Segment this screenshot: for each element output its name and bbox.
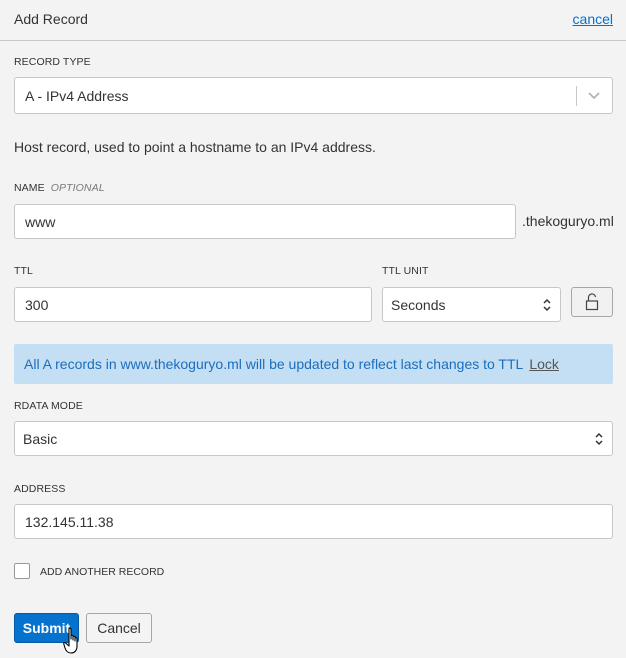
record-type-value: A - IPv4 Address <box>25 87 129 104</box>
name-input-value: www <box>25 213 56 230</box>
unlock-icon <box>585 293 599 311</box>
address-label: ADDRESS <box>14 483 66 495</box>
record-type-description: Host record, used to point a hostname to… <box>14 139 376 155</box>
rdata-mode-value: Basic <box>23 430 58 447</box>
ttl-unit-label: TTL UNIT <box>382 265 429 277</box>
name-label: NAME OPTIONAL <box>14 182 105 194</box>
address-input-value: 132.145.11.38 <box>25 513 114 530</box>
ttl-lock-button[interactable] <box>571 287 613 317</box>
ttl-input-value: 300 <box>25 296 49 313</box>
header-cancel-link[interactable]: cancel <box>573 11 613 27</box>
up-down-arrows-icon <box>543 298 551 311</box>
ttl-notice-text: All A records in www.thekoguryo.ml will … <box>24 356 524 372</box>
dialog-header: Add Record cancel <box>0 0 626 41</box>
rdata-mode-select[interactable]: Basic <box>14 421 613 456</box>
ttl-notice-banner: All A records in www.thekoguryo.ml will … <box>14 344 613 384</box>
chevron-down-icon <box>588 92 600 100</box>
add-another-checkbox[interactable] <box>14 563 30 579</box>
dialog-title: Add Record <box>14 11 88 27</box>
record-type-label: RECORD TYPE <box>14 56 91 68</box>
up-down-arrows-icon <box>595 432 603 445</box>
select-divider <box>576 86 577 106</box>
ttl-input[interactable]: 300 <box>14 287 372 322</box>
ttl-unit-value: Seconds <box>391 296 446 313</box>
address-input[interactable]: 132.145.11.38 <box>14 504 613 539</box>
ttl-unit-select[interactable]: Seconds <box>382 287 561 322</box>
record-type-select[interactable]: A - IPv4 Address <box>14 77 613 114</box>
domain-suffix: .thekoguryo.ml <box>522 213 614 229</box>
name-input[interactable]: www <box>14 204 516 239</box>
add-another-label[interactable]: ADD ANOTHER RECORD <box>40 566 164 578</box>
cancel-button[interactable]: Cancel <box>86 613 152 643</box>
optional-tag: OPTIONAL <box>50 182 105 194</box>
rdata-mode-label: RDATA MODE <box>14 400 83 412</box>
name-label-text: NAME <box>14 182 45 194</box>
lock-link[interactable]: Lock <box>529 356 559 372</box>
ttl-label: TTL <box>14 265 33 277</box>
hand-pointer-icon <box>63 627 78 654</box>
